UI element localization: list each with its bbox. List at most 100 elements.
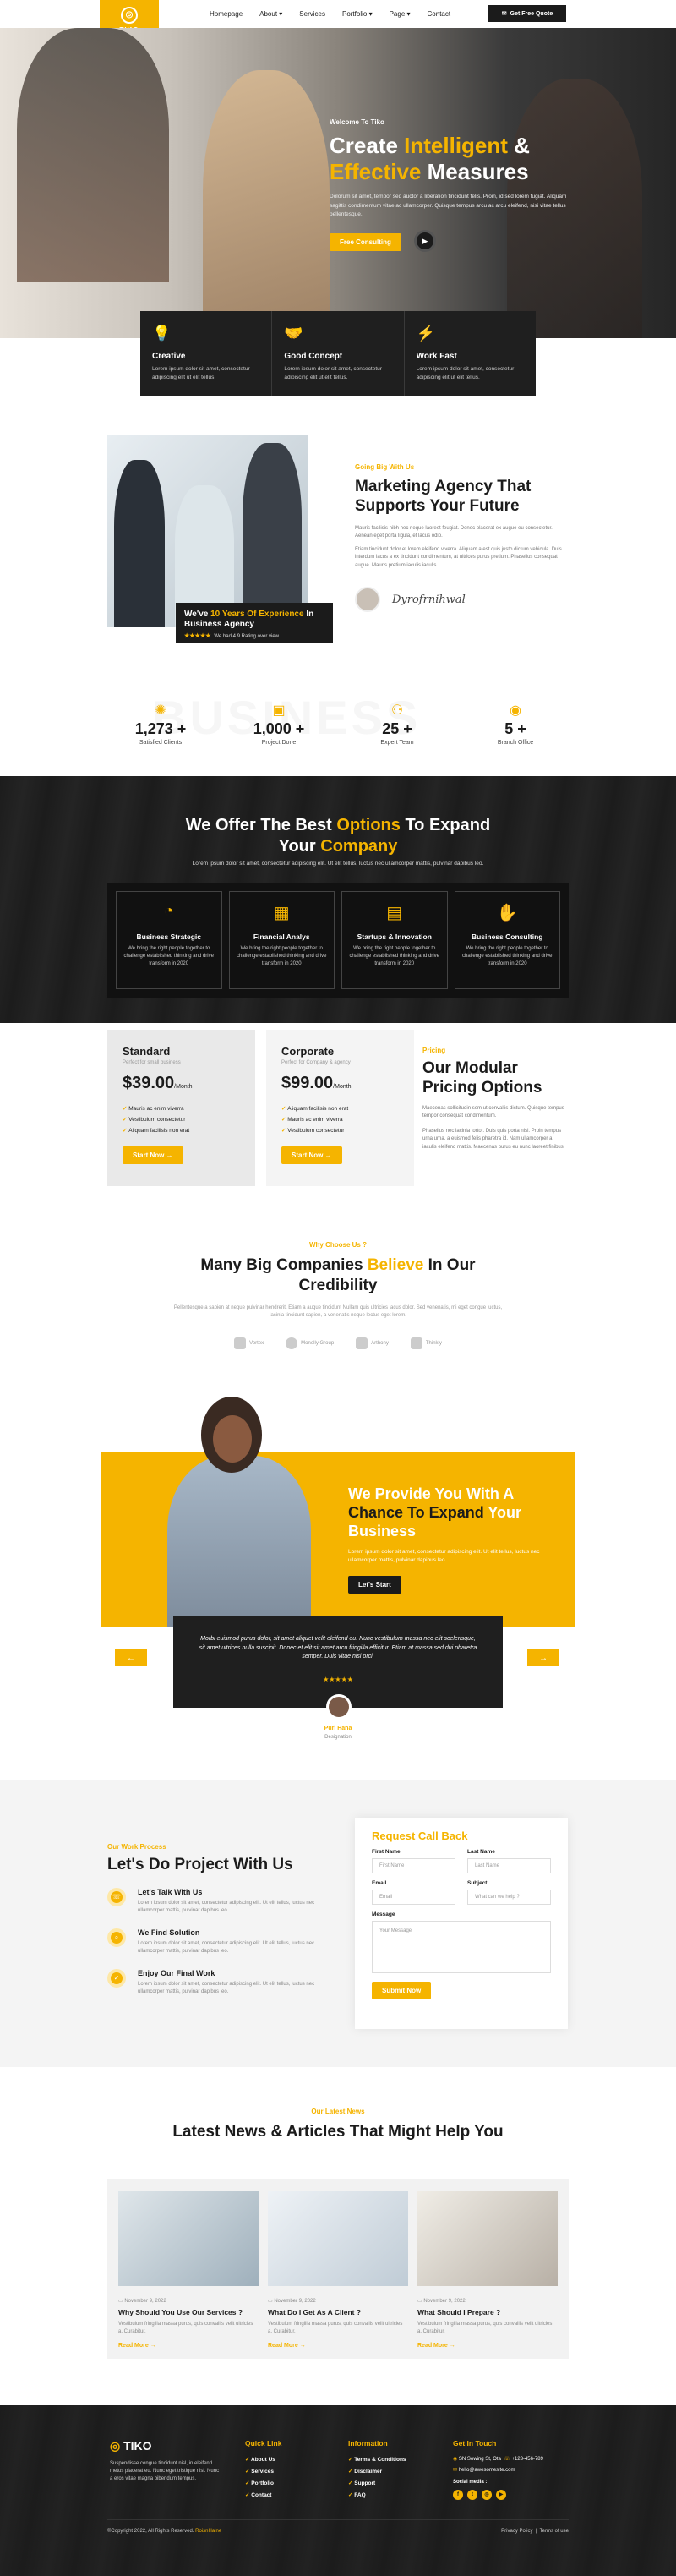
nav-portfolio[interactable]: Portfolio ▾ (342, 10, 373, 18)
first-name-field[interactable]: First Name (372, 1858, 455, 1873)
start-now-button[interactable]: Start Now → (281, 1146, 342, 1164)
pricing-text: Pricing Our Modular Pricing Options Maec… (422, 1047, 565, 1150)
pricing-card-corporate: Corporate Perfect for Company & agency $… (266, 1030, 414, 1186)
stat-item: ⚇ 25 + Expert Team (346, 702, 448, 746)
lets-start-button[interactable]: Let's Start (348, 1575, 401, 1594)
start-now-button[interactable]: Start Now → (123, 1146, 183, 1164)
read-more-link[interactable]: Read More → (118, 2343, 259, 2349)
handshake-icon: 🤝 (284, 325, 303, 342)
footer-bottom: ©Copyright 2022, All Rights Reserved. Ro… (107, 2519, 569, 2534)
hero-photo-person (17, 28, 169, 282)
about-text: Going Big With Us Marketing Agency That … (355, 463, 566, 571)
credibility-section: Why Choose Us ? Many Big Companies Belie… (0, 1241, 676, 1349)
service-card[interactable]: ✋ Business Consulting We bring the right … (454, 891, 560, 989)
facebook-icon[interactable]: f (453, 2490, 463, 2500)
work-process: Our Work Process Let's Do Project With U… (107, 1843, 327, 1996)
quick-links: Quick Link About Us Services Portfolio C… (245, 2439, 281, 2503)
nav-about[interactable]: About ▾ (259, 10, 282, 18)
footer-link[interactable]: Terms & Conditions (348, 2456, 406, 2463)
feature-card: ⚡ Work Fast Lorem ipsum dolor sit amet, … (405, 311, 536, 396)
process-step: ☏ Let's Talk With Us Lorem ipsum dolor si… (107, 1888, 327, 1915)
service-card[interactable]: ◔ Business Strategic We bring the right p… (116, 891, 222, 989)
partner-logo: Vortex (234, 1337, 264, 1349)
stat-item: ◉ 5 + Branch Office (465, 702, 566, 746)
read-more-link[interactable]: Read More → (268, 2343, 408, 2349)
footer-link[interactable]: Disclaimer (348, 2468, 406, 2475)
email-field[interactable]: Email (372, 1890, 455, 1905)
callback-form: Request Call Back First Name First Name L… (355, 1818, 568, 2029)
process-section (0, 1780, 676, 2067)
read-more-link[interactable]: Read More → (417, 2343, 558, 2349)
twitter-icon[interactable]: t (467, 2490, 477, 2500)
service-card[interactable]: ▦ Financial Analys We bring the right peo… (228, 891, 335, 989)
feature-card: 🤝 Good Concept Lorem ipsum dolor sit ame… (272, 311, 405, 396)
news-card[interactable]: ▭ November 9, 2022 What Should I Prepare… (417, 2191, 558, 2349)
news-card[interactable]: ▭ November 9, 2022 Why Should You Use Ou… (118, 2191, 259, 2349)
news-title: Latest News & Articles That Might Help Y… (172, 2123, 504, 2141)
footer-link[interactable]: Services (245, 2468, 281, 2475)
nav-homepage[interactable]: Homepage (210, 10, 243, 18)
service-card[interactable]: ▤ Startups & Innovation We bring the righ… (341, 891, 448, 989)
footer-link[interactable]: Portfolio (245, 2480, 281, 2486)
stat-item: ▣ 1,000 + Project Done (228, 702, 330, 746)
hero-description: Dolorum sit amet, tempor sed auctor a li… (330, 194, 567, 218)
partner-logos: Vortex Monolly Group Arthony Thinkly (0, 1337, 676, 1349)
submit-button[interactable]: Submit Now (372, 1982, 432, 1999)
nav-contact[interactable]: Contact (428, 10, 451, 18)
partner-logo: Monolly Group (286, 1337, 334, 1349)
main-nav: Homepage About ▾ Services Portfolio ▾ Pa… (210, 10, 450, 18)
process-step: ✓ Enjoy Our Final Work Lorem ipsum dolor … (107, 1969, 327, 1996)
briefcase-icon: ▣ (272, 703, 286, 718)
news-header: Our Latest News Latest News & Articles T… (0, 2108, 676, 2142)
instagram-icon[interactable]: ◎ (482, 2490, 492, 2500)
footer-link[interactable]: Support (348, 2480, 406, 2486)
cta-text: We Provide You With A Chance To Expand Y… (348, 1485, 551, 1594)
logo-mark-icon: ◎ (121, 7, 138, 24)
next-arrow-icon[interactable]: → (527, 1649, 559, 1666)
play-video-icon[interactable]: ▶ (414, 230, 436, 252)
thumbs-up-icon: ✓ (107, 1969, 126, 1988)
get-free-quote-button[interactable]: ✉ Get Free Quote (488, 5, 566, 22)
privacy-link[interactable]: Privacy Policy (501, 2529, 532, 2534)
testimonial-name: Puri Hana (324, 1726, 352, 1731)
pin-icon: ◉ (453, 2457, 459, 2462)
services-section: We Offer The Best Options To Expand Your … (0, 776, 676, 1023)
news-image (417, 2191, 558, 2286)
news-card[interactable]: ▭ November 9, 2022 What Do I Get As A Cl… (268, 2191, 408, 2349)
logo-mark-icon: ◎ (110, 2439, 121, 2453)
stat-item: ✺ 1,273 + Satisfied Clients (110, 702, 211, 746)
features-bar: 💡 Creative Lorem ipsum dolor sit amet, c… (140, 311, 536, 396)
message-field[interactable]: Your Message (372, 1921, 551, 1973)
team-icon: ⚇ (390, 703, 404, 718)
avatar (326, 1694, 352, 1720)
terms-link[interactable]: Terms of use (540, 2529, 569, 2534)
pricing-title: Our Modular Pricing Options (422, 1059, 542, 1097)
lightning-icon: ⚡ (416, 325, 436, 342)
search-icon: ⌕ (107, 1928, 126, 1947)
chart-pie-icon: ◔ (163, 902, 174, 921)
services-title: We Offer The Best Options To Expand Your … (185, 816, 491, 856)
footer-link[interactable]: FAQ (348, 2491, 406, 2498)
information-links: Information Terms & Conditions Disclaime… (348, 2439, 406, 2503)
nav-page[interactable]: Page ▾ (390, 10, 411, 18)
youtube-icon[interactable]: ▶ (496, 2490, 506, 2500)
monitor-icon: ▤ (386, 904, 403, 922)
target-icon: ✺ (155, 703, 166, 718)
nav-services[interactable]: Services (299, 10, 325, 18)
last-name-field[interactable]: Last Name (467, 1858, 551, 1873)
footer-link[interactable]: About Us (245, 2456, 281, 2463)
services-grid: ◔ Business Strategic We bring the right p… (107, 883, 569, 998)
credibility-title: Many Big Companies Believe In Our Credibi… (200, 1256, 476, 1294)
site-header: ◎ TIKO Homepage About ▾ Services Portfol… (0, 0, 676, 41)
businesswoman-photo (142, 1397, 328, 1627)
about-title: Marketing Agency That Supports Your Futu… (355, 478, 532, 515)
prev-arrow-icon[interactable]: ← (115, 1649, 147, 1666)
calculator-icon: ▦ (273, 904, 290, 922)
subject-field[interactable]: What can we help ? (467, 1890, 551, 1905)
get-in-touch: Get In Touch ◉ SN Sowing St, Ota ☏ +123-… (453, 2439, 543, 2500)
free-consulting-button[interactable]: Free Consulting (330, 233, 401, 251)
hero-photo-person (203, 70, 330, 338)
footer-link[interactable]: Contact (245, 2491, 281, 2498)
stats-section: BUSINESS ✺ 1,273 + Satisfied Clients ▣ 1,… (0, 676, 676, 769)
feature-card: 💡 Creative Lorem ipsum dolor sit amet, c… (140, 311, 273, 396)
